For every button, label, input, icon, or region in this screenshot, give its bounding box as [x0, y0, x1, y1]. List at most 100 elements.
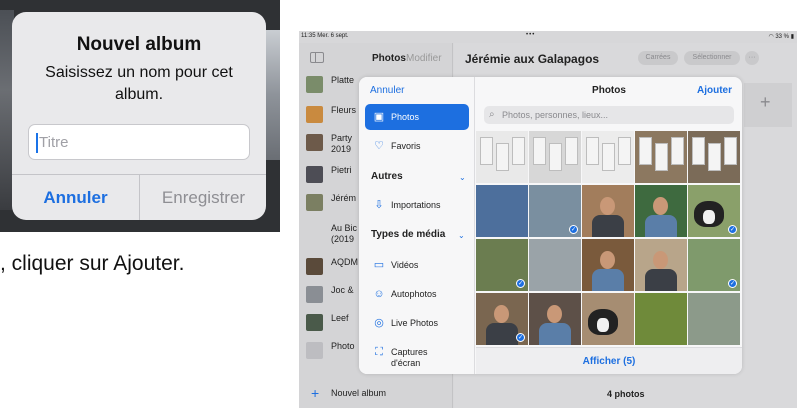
album-title-field[interactable]: [28, 124, 250, 160]
photo-thumbnail[interactable]: [582, 185, 634, 237]
photo-count: 4 photos: [607, 389, 645, 399]
section-others[interactable]: Autres: [371, 171, 403, 182]
album-title-input[interactable]: [39, 125, 239, 159]
battery-level: 33 %: [775, 34, 790, 40]
album-label: Au Bic (2019: [331, 223, 358, 244]
source-label: Photos: [391, 112, 420, 122]
screenshot-icon: ⛶: [375, 346, 383, 358]
picker-source-item[interactable]: ▣ Photos: [365, 104, 469, 130]
source-label: Live Photos: [391, 318, 439, 328]
composite-screenshot: Nouvel album Saisissez un nom pour cet a…: [0, 0, 797, 408]
cancel-button[interactable]: Annuler: [12, 175, 139, 220]
photos-icon: ▣: [373, 111, 385, 123]
select-button[interactable]: Sélectionner: [684, 51, 740, 65]
photo-thumbnail[interactable]: [529, 239, 581, 291]
photo-thumbnail[interactable]: ✓: [688, 185, 740, 237]
picker-other-item[interactable]: ⇩ Importations: [365, 192, 469, 218]
person-body: [539, 323, 571, 345]
chevron-down-icon[interactable]: ⌄: [459, 173, 466, 182]
photo-thumbnail[interactable]: [635, 293, 687, 345]
section-media-types[interactable]: Types de média: [371, 229, 445, 240]
picker-cancel-button[interactable]: Annuler: [370, 85, 404, 96]
square-view-button[interactable]: Carrées: [638, 51, 678, 65]
photo-thumbnail[interactable]: ✓: [476, 293, 528, 345]
photo-thumbnail[interactable]: [635, 131, 687, 183]
source-label: Autophotos: [391, 289, 437, 299]
save-button[interactable]: Enregistrer: [140, 175, 266, 220]
person-face: [600, 197, 615, 215]
source-label: Vidéos: [391, 260, 419, 270]
sidebar-title: Photos: [372, 53, 406, 64]
screenshot-content: [496, 143, 509, 171]
photo-thumbnail[interactable]: ✓: [688, 239, 740, 291]
new-album-label: Nouvel album: [331, 388, 387, 398]
album-label: Fleurs: [331, 105, 357, 115]
album-thumbnail: [306, 258, 323, 275]
show-selected-button[interactable]: Afficher (5): [476, 347, 742, 374]
photo-thumbnail[interactable]: [476, 131, 528, 183]
photo-thumbnail[interactable]: [476, 185, 528, 237]
picker-search-field[interactable]: ⌕: [484, 106, 734, 124]
picker-media-item[interactable]: ▭ Vidéos: [365, 252, 469, 278]
checkmark-icon: ✓: [569, 225, 578, 234]
instruction-text: , cliquer sur Ajouter.: [0, 252, 185, 275]
photo-thumbnail[interactable]: [635, 239, 687, 291]
screenshot-content: [602, 143, 615, 171]
add-photos-tile[interactable]: +: [744, 83, 792, 127]
search-icon: ⌕: [489, 109, 495, 120]
screenshot-content: [565, 137, 578, 165]
text-caret: [36, 133, 38, 153]
dog-figure: [694, 201, 724, 227]
selfie-icon: ☺: [373, 288, 385, 300]
picker-media-item[interactable]: ☺ Autophotos: [365, 281, 469, 307]
person-body: [486, 323, 518, 345]
photo-thumbnail[interactable]: [582, 239, 634, 291]
multitask-dots[interactable]: •••: [526, 32, 535, 38]
checkmark-icon: ✓: [516, 333, 525, 342]
album-label: Platte: [331, 75, 355, 85]
ipad-screenshot: 11:35 Mer. 6 sept. ••• ◠ 33 % ▮ Photos M…: [299, 31, 797, 408]
picker-sidebar: Annuler ▣ Photos ♡ Favoris Autres ⌄ ⇩ Import…: [359, 77, 475, 374]
person-face: [494, 305, 509, 323]
sidebar-toggle-icon[interactable]: [310, 52, 324, 63]
chevron-down-icon[interactable]: ⌄: [458, 231, 465, 240]
album-thumbnail: [306, 314, 323, 331]
new-album-item[interactable]: + Nouvel album: [299, 383, 453, 405]
album-thumbnail: [306, 134, 323, 151]
photo-thumbnail[interactable]: [529, 131, 581, 183]
plus-icon: +: [760, 92, 771, 112]
album-label: Party 2019: [331, 133, 353, 154]
photo-thumbnail[interactable]: [529, 293, 581, 345]
alert-crop: Nouvel album Saisissez un nom pour cet a…: [0, 0, 280, 232]
picker-source-item[interactable]: ♡ Favoris: [365, 133, 469, 159]
photo-thumbnail[interactable]: [688, 293, 740, 345]
more-button[interactable]: ···: [745, 51, 759, 65]
picker-media-item[interactable]: ◎ Live Photos: [365, 310, 469, 336]
photo-thumbnail[interactable]: ✓: [529, 185, 581, 237]
person-face: [653, 197, 668, 215]
photo-thumbnail[interactable]: [635, 185, 687, 237]
person-body: [645, 215, 677, 237]
photo-thumbnail[interactable]: [688, 131, 740, 183]
screenshot-content: [549, 143, 562, 171]
album-thumbnail: [306, 286, 323, 303]
photo-thumbnail[interactable]: [582, 293, 634, 345]
picker-search-input[interactable]: [502, 106, 727, 124]
alert-message: Saisissez un nom pour cet album.: [45, 64, 233, 103]
screenshot-content: [671, 137, 684, 165]
picker-main: Photos Ajouter ⌕ ✓✓✓✓✓ Afficher (5): [476, 77, 742, 374]
source-label: Favoris: [391, 141, 421, 151]
photo-thumbnail[interactable]: [582, 131, 634, 183]
album-label: Jérém: [331, 193, 357, 203]
checkmark-icon: ✓: [728, 225, 737, 234]
album-thumbnail: [306, 342, 323, 359]
status-bar: 11:35 Mer. 6 sept. ••• ◠ 33 % ▮: [299, 31, 797, 43]
picker-media-item[interactable]: ⛶ Captures d'écran: [365, 339, 469, 368]
screenshot-content: [586, 137, 599, 165]
status-time: 11:35 Mer. 6 sept.: [301, 33, 349, 39]
screenshot-content: [533, 137, 546, 165]
picker-add-button[interactable]: Ajouter: [697, 85, 732, 96]
photo-thumbnail[interactable]: ✓: [476, 239, 528, 291]
sidebar-edit-button[interactable]: Modifier: [406, 53, 442, 64]
screenshot-content: [724, 137, 737, 165]
